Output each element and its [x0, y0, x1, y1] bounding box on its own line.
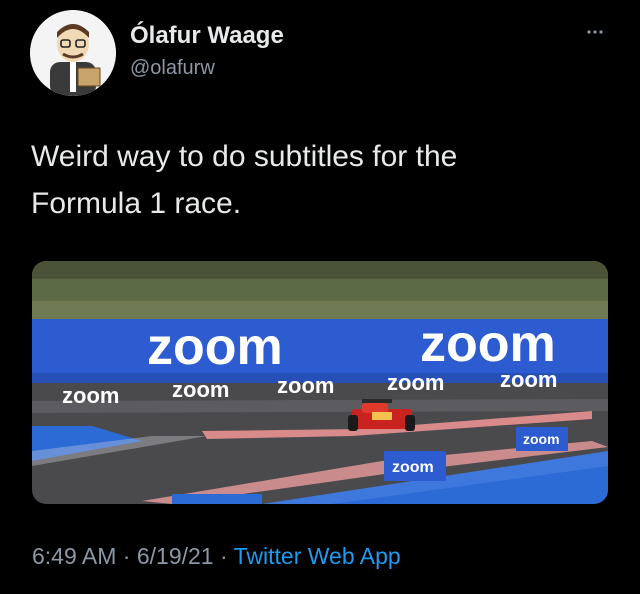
zoom-logo-small: zoom [277, 373, 334, 398]
zoom-logo-small: zoom [172, 377, 229, 402]
tweet-text-line: Formula 1 race. [31, 187, 242, 220]
tweet-text-line: Weird way to do subtitles for the [31, 140, 458, 173]
zoom-board-small: zoom [523, 431, 560, 447]
tweet-date[interactable]: 6/19/21 [137, 543, 214, 569]
tweet-text: Weird way to do subtitles for the Formul… [31, 133, 591, 227]
zoom-logo-small: zoom [387, 370, 444, 395]
zoom-logo-small: zoom [500, 367, 557, 392]
author-handle[interactable]: @olafurw [130, 57, 215, 80]
zoom-logo-large: zoom [420, 315, 556, 373]
tweet-time[interactable]: 6:49 AM [32, 543, 116, 569]
meta-separator: · [116, 543, 137, 569]
zoom-board-small: zoom [392, 459, 434, 476]
tweet-meta: 6:49 AM · 6/19/21 · Twitter Web App [32, 543, 401, 570]
tweet-source-link[interactable]: Twitter Web App [234, 543, 401, 569]
tweet-media[interactable]: zoom zoom zoom zoom zoom zoom zoom zoom … [32, 261, 608, 504]
meta-separator: · [213, 543, 234, 569]
avatar-cartoon-icon [30, 10, 116, 96]
zoom-banners: zoom zoom zoom zoom zoom zoom zoom zoom … [62, 315, 568, 481]
author-name[interactable]: Ólafur Waage [130, 22, 284, 50]
avatar[interactable] [30, 10, 116, 96]
more-options-button[interactable] [580, 24, 610, 40]
zoom-logo-large: zoom [147, 318, 283, 376]
more-options-icon [587, 30, 603, 34]
zoom-logo-small: zoom [62, 383, 119, 408]
